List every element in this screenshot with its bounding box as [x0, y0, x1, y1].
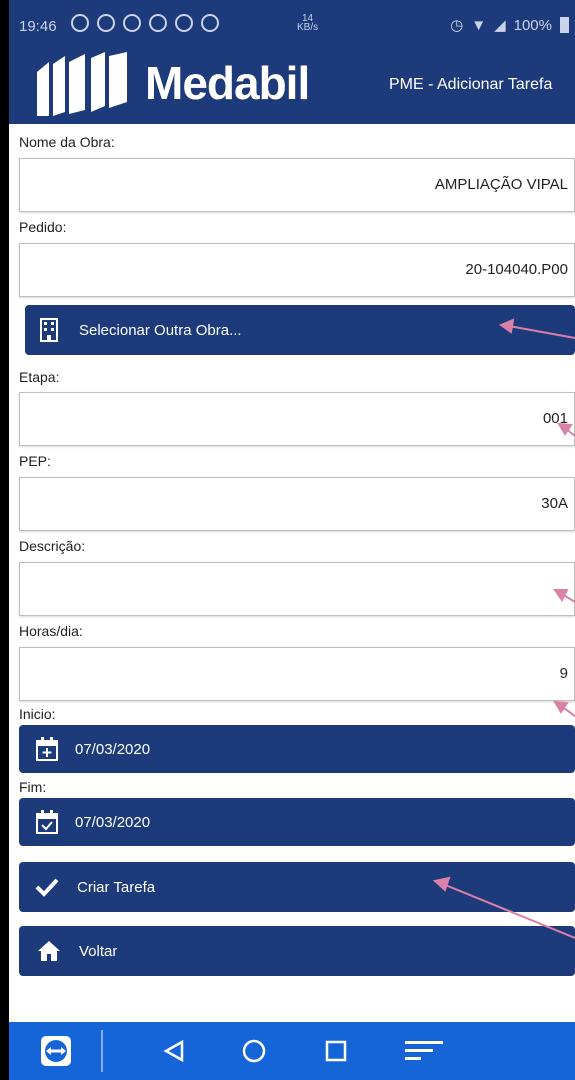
app-screen: 19:46 14 KB/s ◷ ▼ ◢ 100% Medabil PME - A…: [9, 0, 575, 1080]
horas-dia-label: Horas/dia:: [19, 623, 83, 639]
fim-date-value: 07/03/2020: [75, 813, 151, 831]
nome-obra-label: Nome da Obra:: [19, 134, 115, 150]
teamviewer-icon[interactable]: [31, 1022, 81, 1080]
fim-label: Fim:: [19, 779, 47, 795]
system-nav-bar: [9, 1022, 575, 1080]
recents-icon[interactable]: [311, 1022, 361, 1080]
battery-percent: 100%: [513, 16, 552, 34]
home-nav-icon[interactable]: [229, 1022, 279, 1080]
back-button[interactable]: Voltar: [19, 926, 575, 976]
page-title: PME - Adicionar Tarefa: [389, 76, 553, 93]
pedido-field[interactable]: 20-104040.P00: [19, 243, 575, 297]
menu-icon[interactable]: [395, 1022, 455, 1080]
home-icon: [35, 937, 63, 965]
back-label: Voltar: [79, 942, 118, 960]
notification-icon: [71, 14, 89, 32]
back-icon[interactable]: [149, 1022, 199, 1080]
horas-dia-field[interactable]: 9: [19, 647, 575, 701]
nome-obra-field[interactable]: AMPLIAÇÃO VIPAL: [19, 158, 575, 212]
alarm-icon: ◷: [450, 17, 464, 34]
select-other-obra-button[interactable]: Selecionar Outra Obra...: [25, 305, 575, 355]
app-header: Medabil PME - Adicionar Tarefa: [9, 44, 575, 124]
medabil-logo-icon: [37, 52, 127, 116]
status-bar: 19:46 14 KB/s ◷ ▼ ◢ 100%: [9, 0, 575, 44]
building-icon: [35, 316, 63, 344]
signal-icon: ◢: [494, 17, 506, 34]
battery-icon: [560, 17, 569, 33]
inicio-date-value: 07/03/2020: [75, 740, 151, 758]
screen-icon: [175, 14, 193, 32]
notification-icons: [71, 14, 219, 32]
clock: 19:46: [19, 18, 57, 35]
whatsapp-icon: [97, 14, 115, 32]
create-task-button[interactable]: Criar Tarefa: [19, 862, 575, 912]
calendar-check-icon: [33, 808, 61, 836]
pep-label: PEP:: [19, 453, 51, 469]
app-icon: [149, 14, 167, 32]
select-other-obra-label: Selecionar Outra Obra...: [79, 321, 242, 339]
check-icon: [33, 873, 61, 901]
wifi-icon: ▼: [471, 16, 487, 34]
inicio-label: Inicio:: [19, 706, 56, 722]
etapa-field[interactable]: 001: [19, 392, 575, 446]
status-right: ◷ ▼ ◢ 100%: [450, 16, 569, 34]
divider: [101, 1030, 103, 1072]
fim-date-button[interactable]: 07/03/2020: [19, 798, 575, 846]
alarm-icon: [201, 14, 219, 32]
eye-icon: [123, 14, 141, 32]
etapa-label: Etapa:: [19, 369, 60, 385]
pedido-label: Pedido:: [19, 219, 67, 235]
inicio-date-button[interactable]: 07/03/2020: [19, 725, 575, 773]
descricao-field[interactable]: [19, 562, 575, 616]
brand-name: Medabil: [145, 57, 310, 109]
pep-field[interactable]: 30A: [19, 477, 575, 531]
network-speed: 14 KB/s: [297, 13, 319, 33]
descricao-label: Descrição:: [19, 538, 86, 554]
calendar-plus-icon: [33, 735, 61, 763]
create-task-label: Criar Tarefa: [77, 878, 156, 896]
